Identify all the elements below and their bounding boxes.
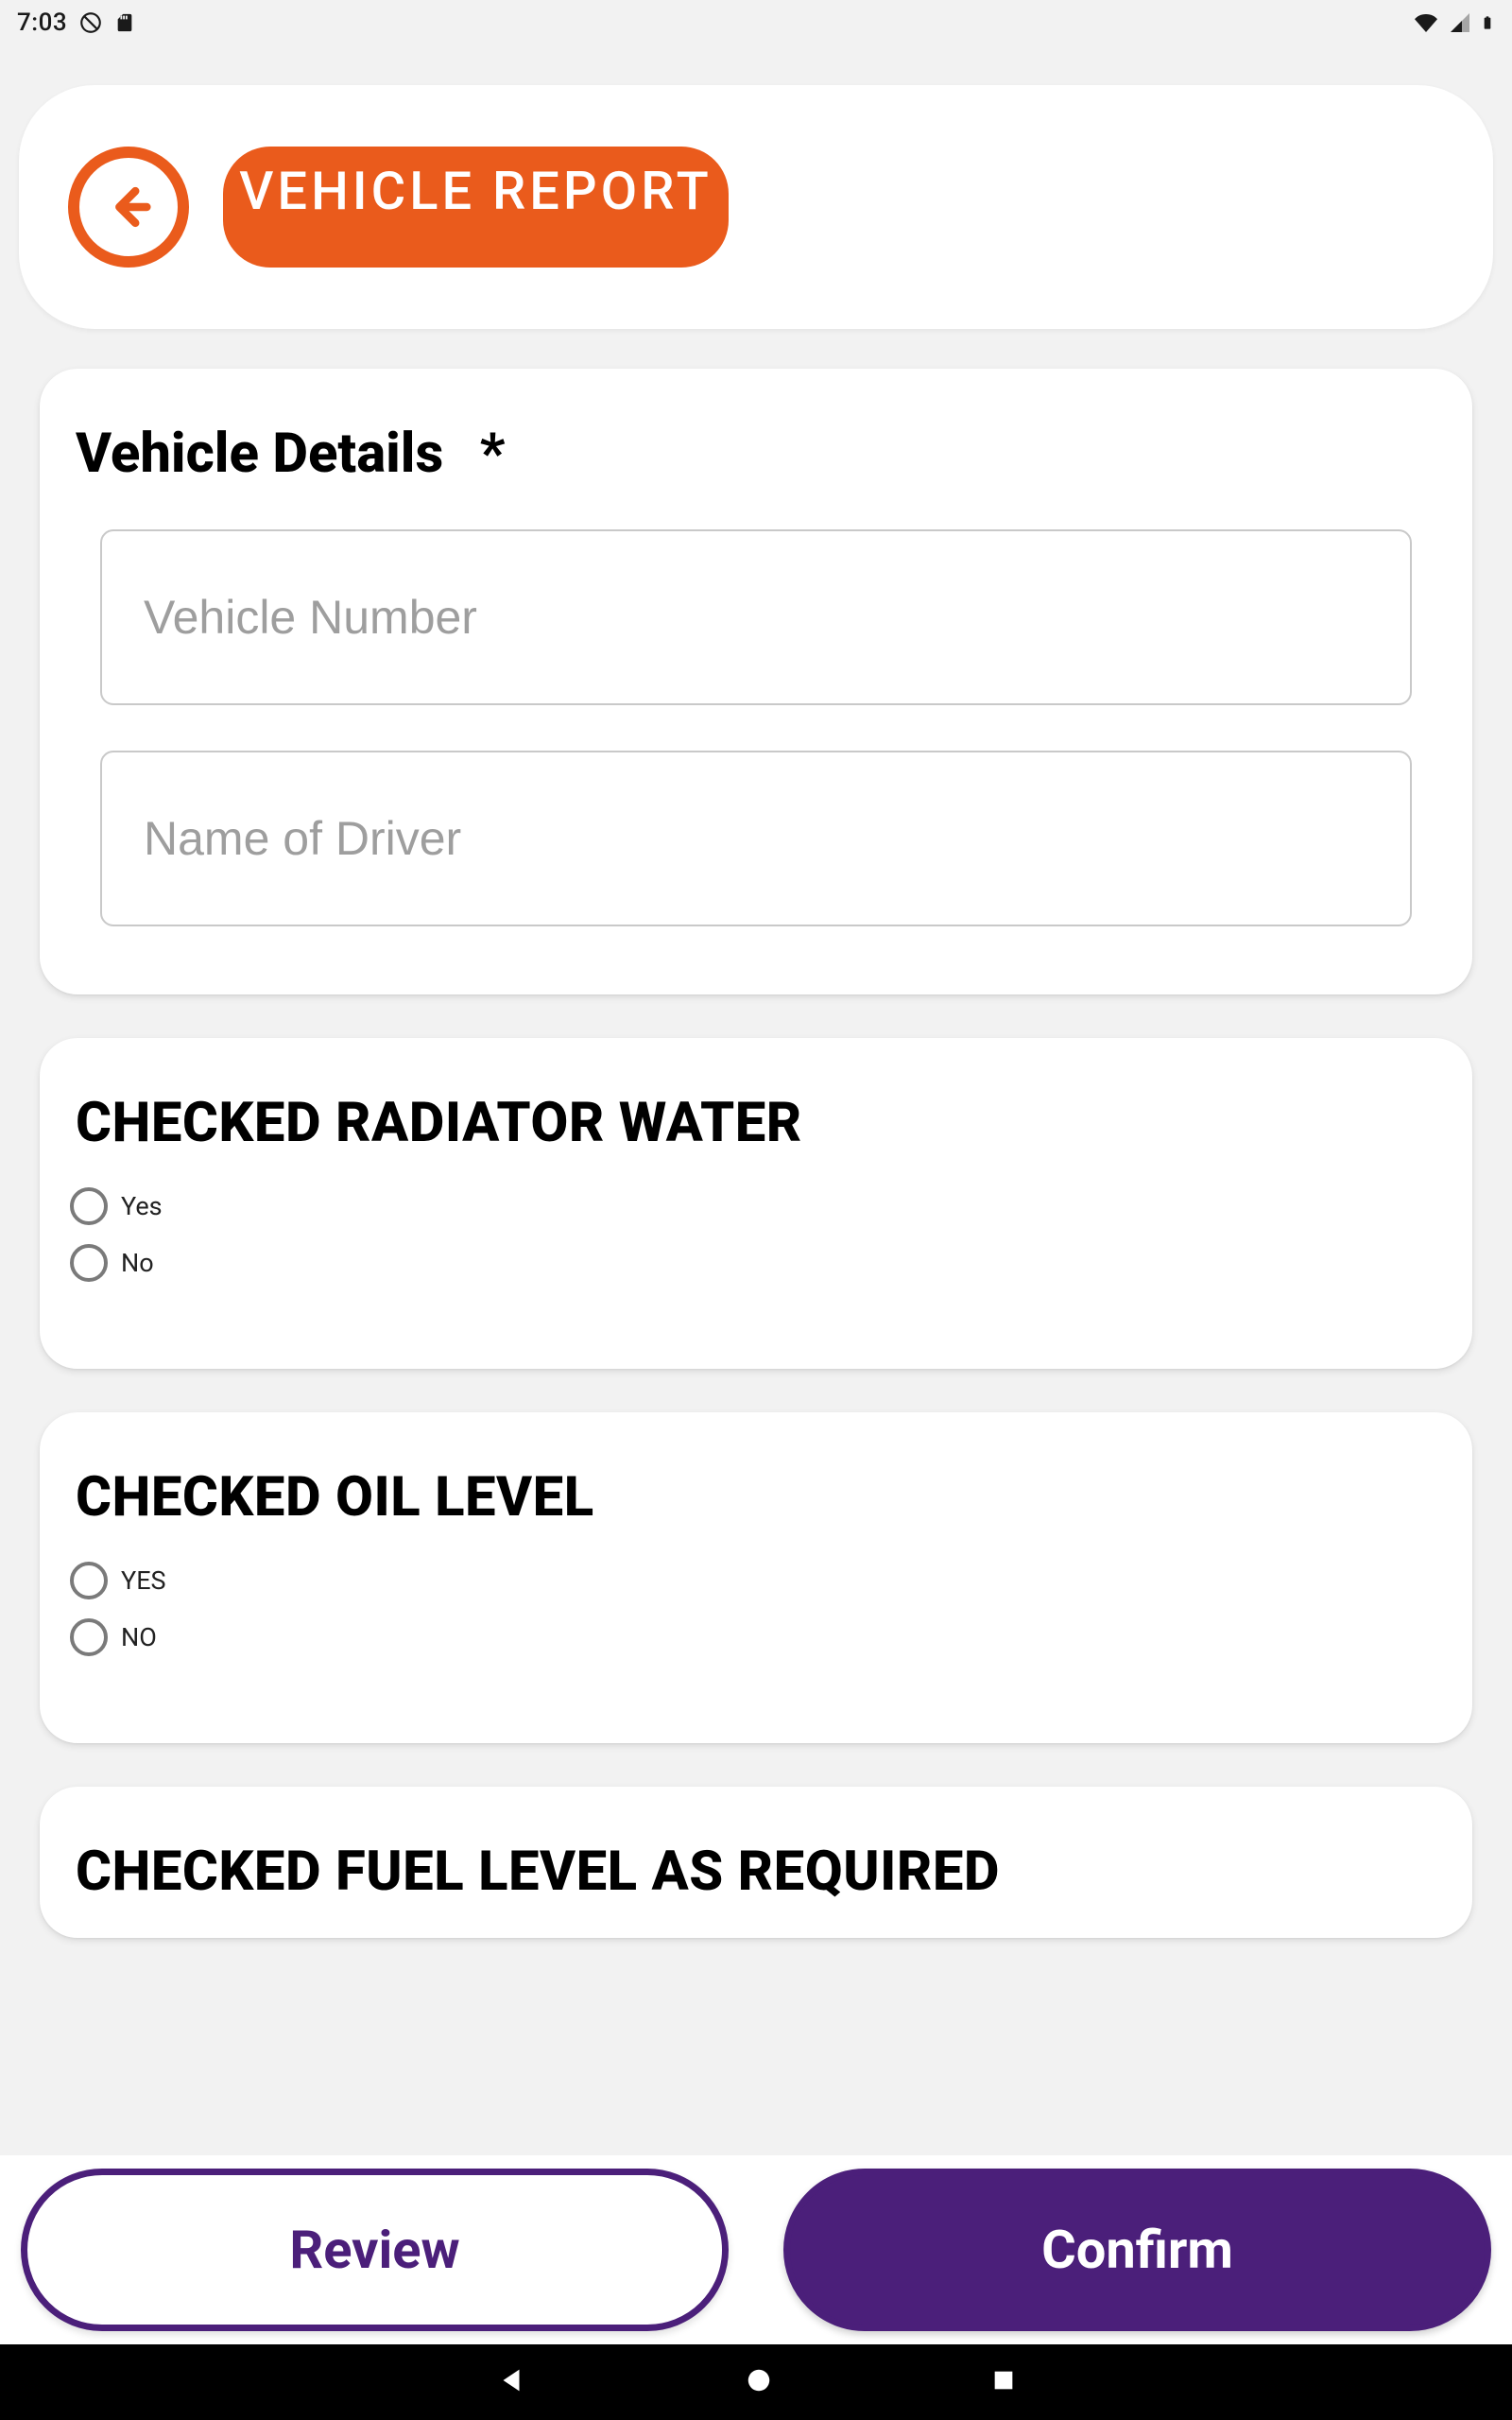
radio-icon (70, 1618, 108, 1656)
signal-icon (1448, 11, 1472, 34)
page-title-pill: VEHICLE REPORT (223, 147, 729, 268)
radio-label: Yes (121, 1191, 163, 1221)
oil-title: CHECKED OIL LEVEL (76, 1465, 1436, 1530)
oil-no-option[interactable]: NO (70, 1618, 1436, 1656)
required-asterisk: * (480, 422, 506, 486)
nav-home-button[interactable] (745, 2366, 773, 2398)
oil-yes-option[interactable]: YES (70, 1562, 1436, 1599)
vehicle-details-title-text: Vehicle Details (76, 422, 443, 486)
battery-icon (1480, 10, 1495, 35)
oil-radio-group: YES NO (70, 1562, 1436, 1656)
oil-card: CHECKED OIL LEVEL YES NO (40, 1412, 1472, 1743)
wifi-icon (1412, 11, 1440, 34)
nav-recent-button[interactable] (990, 2367, 1017, 2397)
circle-home-icon (745, 2366, 773, 2394)
fuel-card: CHECKED FUEL LEVEL AS REQUIRED (40, 1787, 1472, 1938)
confirm-button[interactable]: Confirm (783, 2169, 1491, 2331)
vehicle-details-title: Vehicle Details * (76, 422, 1436, 486)
do-not-disturb-icon (78, 10, 103, 35)
page-header: VEHICLE REPORT (19, 85, 1493, 329)
vehicle-number-input[interactable] (100, 529, 1412, 705)
radio-icon (70, 1244, 108, 1282)
radio-label: No (121, 1248, 154, 1278)
vehicle-details-card: Vehicle Details * (40, 369, 1472, 994)
page-title: VEHICLE REPORT (239, 156, 712, 228)
nav-back-button[interactable] (495, 2364, 527, 2400)
status-time: 7:03 (17, 9, 67, 37)
radiator-card: CHECKED RADIATOR WATER Yes No (40, 1038, 1472, 1369)
review-button[interactable]: Review (21, 2169, 729, 2331)
driver-name-input[interactable] (100, 751, 1412, 926)
radiator-radio-group: Yes No (70, 1187, 1436, 1282)
review-button-label: Review (289, 2219, 459, 2281)
sd-card-icon (114, 10, 135, 35)
square-recent-icon (990, 2367, 1017, 2394)
arrow-left-icon (101, 180, 156, 234)
radiator-title: CHECKED RADIATOR WATER (76, 1091, 1436, 1155)
radio-label: NO (121, 1622, 157, 1652)
confirm-button-label: Confirm (1041, 2219, 1233, 2281)
radio-icon (70, 1187, 108, 1225)
android-status-bar: 7:03 (0, 0, 1512, 45)
bottom-action-bar: Review Confirm (0, 2155, 1512, 2344)
android-nav-bar (0, 2344, 1512, 2420)
back-button[interactable] (68, 147, 189, 268)
radiator-no-option[interactable]: No (70, 1244, 1436, 1282)
radio-label: YES (121, 1565, 166, 1596)
fuel-title: CHECKED FUEL LEVEL AS REQUIRED (76, 1840, 1436, 1904)
triangle-back-icon (495, 2364, 527, 2396)
form-content: Vehicle Details * CHECKED RADIATOR WATER… (0, 369, 1512, 1938)
radiator-yes-option[interactable]: Yes (70, 1187, 1436, 1225)
radio-icon (70, 1562, 108, 1599)
